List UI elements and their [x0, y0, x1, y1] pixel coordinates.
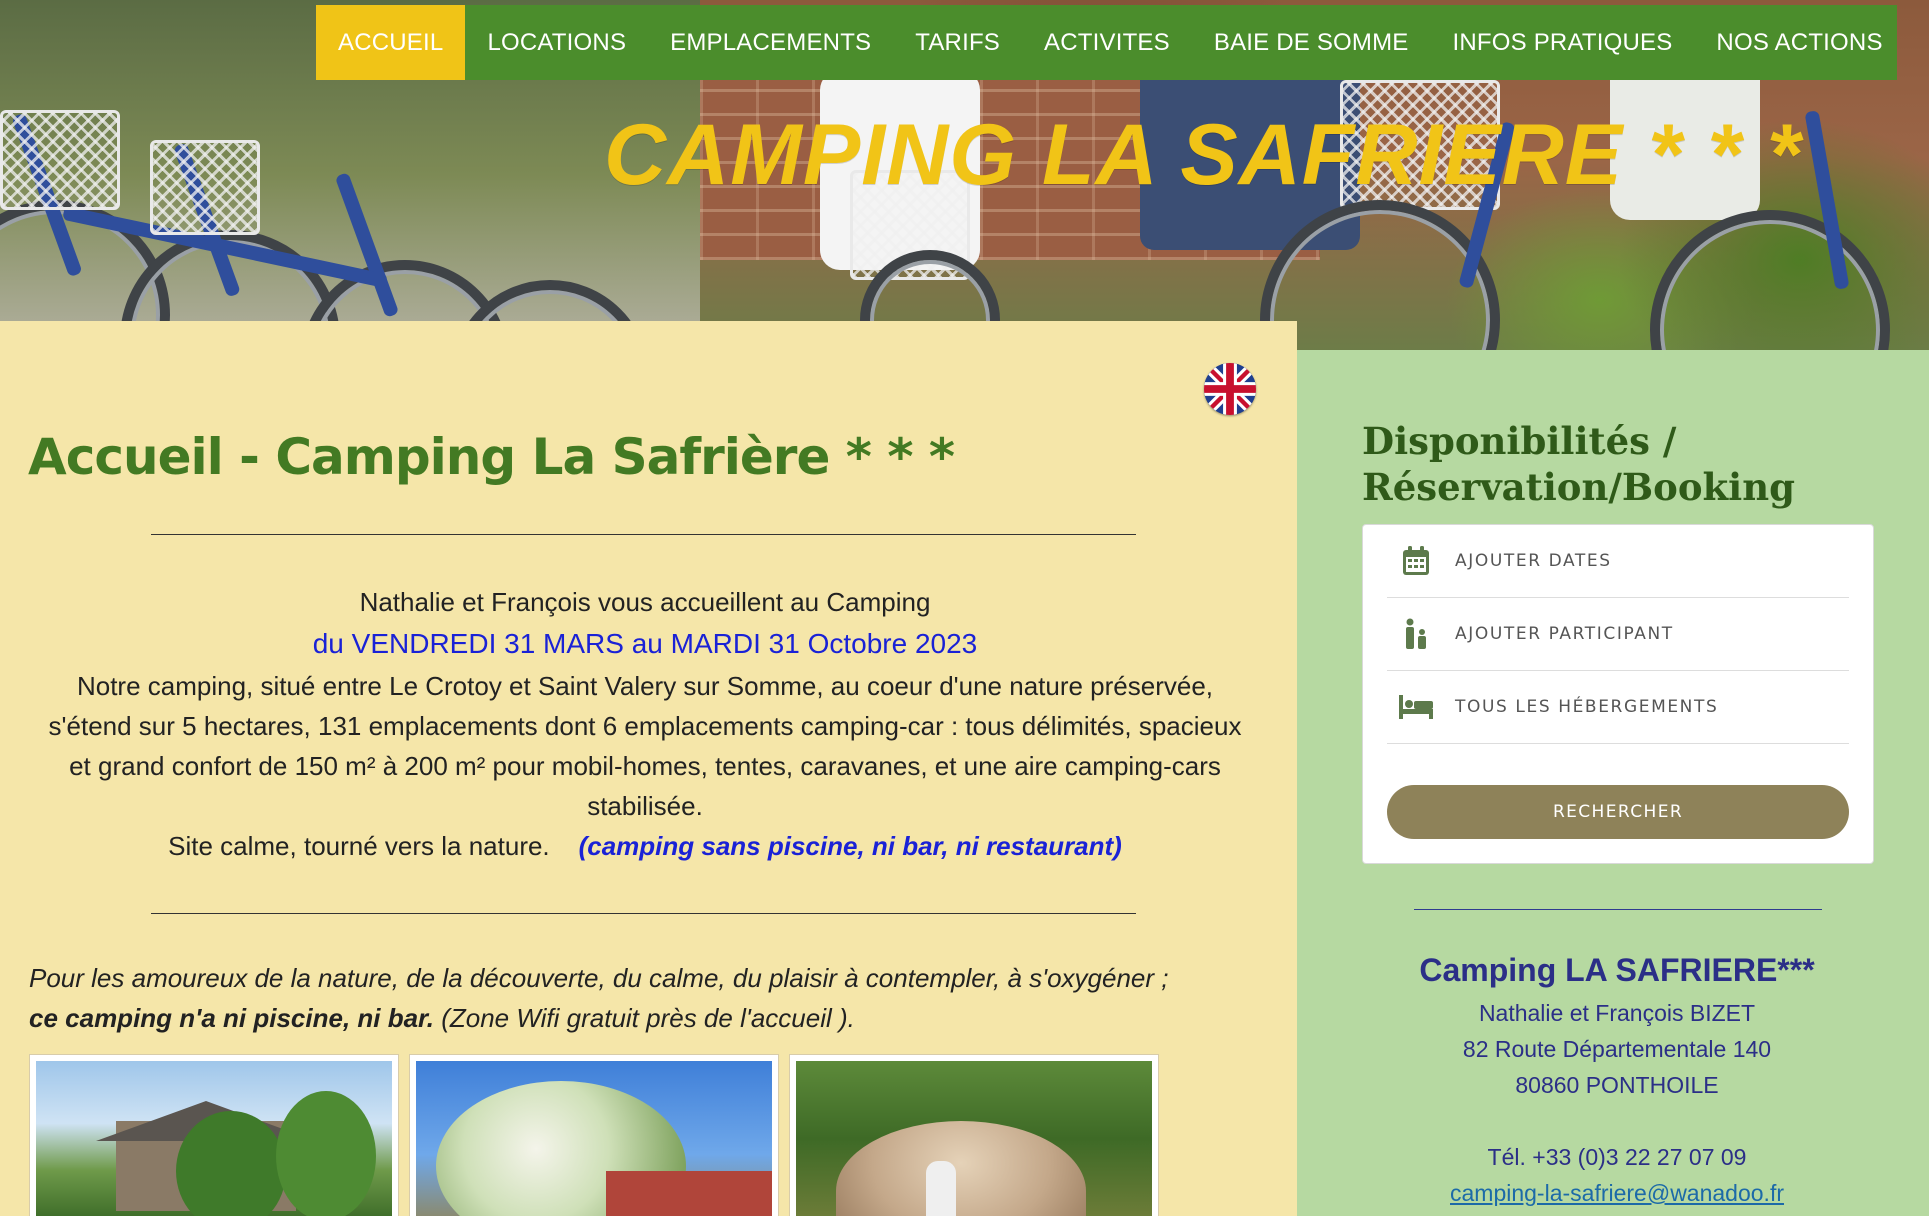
photo-garden	[796, 1061, 1152, 1216]
intro-line: Pour les amoureux de la nature, de la dé…	[29, 963, 1169, 993]
bike-wheel	[1650, 210, 1890, 350]
intro-rest: (Zone Wifi gratuit près de l'accueil ).	[433, 1003, 855, 1033]
bed-icon	[1399, 690, 1433, 724]
calm-note: (camping sans piscine, ni bar, ni restau…	[578, 831, 1122, 861]
nav-item-infos-pratiques[interactable]: INFOS PRATIQUES	[1431, 5, 1695, 80]
page-title: Accueil - Camping La Safrière * * *	[28, 428, 955, 486]
nav-item-nos-actions[interactable]: NOS ACTIONS	[1694, 5, 1904, 80]
nav-item-emplacements[interactable]: EMPLACEMENTS	[648, 5, 893, 80]
intro-bold: ce camping n'a ni piscine, ni bar.	[29, 1003, 434, 1033]
nav-item-locations[interactable]: LOCATIONS	[465, 5, 648, 80]
contact-block: Camping LA SAFRIERE*** Nathalie et Franç…	[1317, 952, 1917, 1211]
nav-item-activites[interactable]: ACTIVITES	[1022, 5, 1192, 80]
photo-thumbnail[interactable]	[789, 1054, 1159, 1216]
photo-thumbnail[interactable]	[29, 1054, 399, 1216]
main-navigation: ACCUEIL LOCATIONS EMPLACEMENTS TARIFS AC…	[316, 5, 1897, 80]
contact-name: Camping LA SAFRIERE***	[1419, 952, 1815, 988]
contact-owners: Nathalie et François BIZET	[1478, 1000, 1756, 1026]
site-title: CAMPING LA SAFRIERE * * *	[604, 107, 1802, 203]
camping-description: Notre camping, situé entre Le Crotoy et …	[48, 671, 1242, 821]
photo-house	[36, 1061, 392, 1216]
calm-line: Site calme, tourné vers la nature. (camp…	[40, 826, 1250, 866]
add-dates-label: AJOUTER DATES	[1455, 551, 1612, 571]
family-icon	[1399, 617, 1433, 651]
booking-widget: AJOUTER DATES AJOUTER PARTICIPANT TOUS L…	[1362, 524, 1874, 864]
welcome-text: Nathalie et François vous accueillent au…	[359, 587, 931, 617]
add-dates-field[interactable]: AJOUTER DATES	[1387, 525, 1849, 598]
lodging-type-label: TOUS LES HÉBERGEMENTS	[1455, 697, 1719, 717]
bike-basket	[0, 110, 120, 210]
nav-item-baie-de-somme[interactable]: BAIE DE SOMME	[1192, 5, 1431, 80]
contact-address-line2: 80860 PONTHOILE	[1515, 1072, 1719, 1098]
person-figure	[926, 1161, 956, 1216]
booking-title: Disponibilités / Réservation/Booking	[1362, 418, 1882, 510]
lodging-type-field[interactable]: TOUS LES HÉBERGEMENTS	[1387, 671, 1849, 744]
tree-shape	[276, 1091, 376, 1216]
intro-paragraph: Pour les amoureux de la nature, de la dé…	[29, 958, 1269, 1038]
booking-title-line1: Disponibilités /	[1362, 419, 1677, 463]
photo-thumbnail[interactable]	[409, 1054, 779, 1216]
uk-flag-icon[interactable]	[1204, 363, 1256, 415]
nav-item-tarifs[interactable]: TARIFS	[893, 5, 1022, 80]
photo-tree	[416, 1061, 772, 1216]
divider	[151, 534, 1136, 535]
contact-phone: Tél. +33 (0)3 22 27 07 09	[1487, 1144, 1747, 1170]
welcome-block: Nathalie et François vous accueillent au…	[40, 582, 1250, 866]
contact-spacer	[1317, 1103, 1917, 1139]
calendar-icon	[1399, 544, 1433, 578]
contact-address-line1: 82 Route Départementale 140	[1462, 1036, 1772, 1062]
bike-basket	[150, 140, 260, 235]
uk-flag-graphic	[1204, 363, 1256, 415]
opening-dates: du VENDREDI 31 MARS au MARDI 31 Octobre …	[312, 628, 978, 659]
nav-item-accueil[interactable]: ACCUEIL	[316, 5, 466, 80]
booking-title-line2: Réservation/Booking	[1362, 465, 1795, 509]
red-roof	[606, 1171, 772, 1216]
add-participant-field[interactable]: AJOUTER PARTICIPANT	[1387, 598, 1849, 671]
search-button[interactable]: RECHERCHER	[1387, 785, 1849, 839]
calm-text: Site calme, tourné vers la nature.	[168, 831, 550, 861]
contact-email-link[interactable]: camping-la-safriere@wanadoo.fr	[1450, 1180, 1784, 1206]
pampas-grass	[836, 1121, 1086, 1216]
intro-line-2: ce camping n'a ni piscine, ni bar. (Zone…	[29, 998, 1269, 1038]
divider	[151, 913, 1136, 914]
add-participant-label: AJOUTER PARTICIPANT	[1455, 624, 1674, 644]
sidebar-divider	[1414, 909, 1822, 910]
